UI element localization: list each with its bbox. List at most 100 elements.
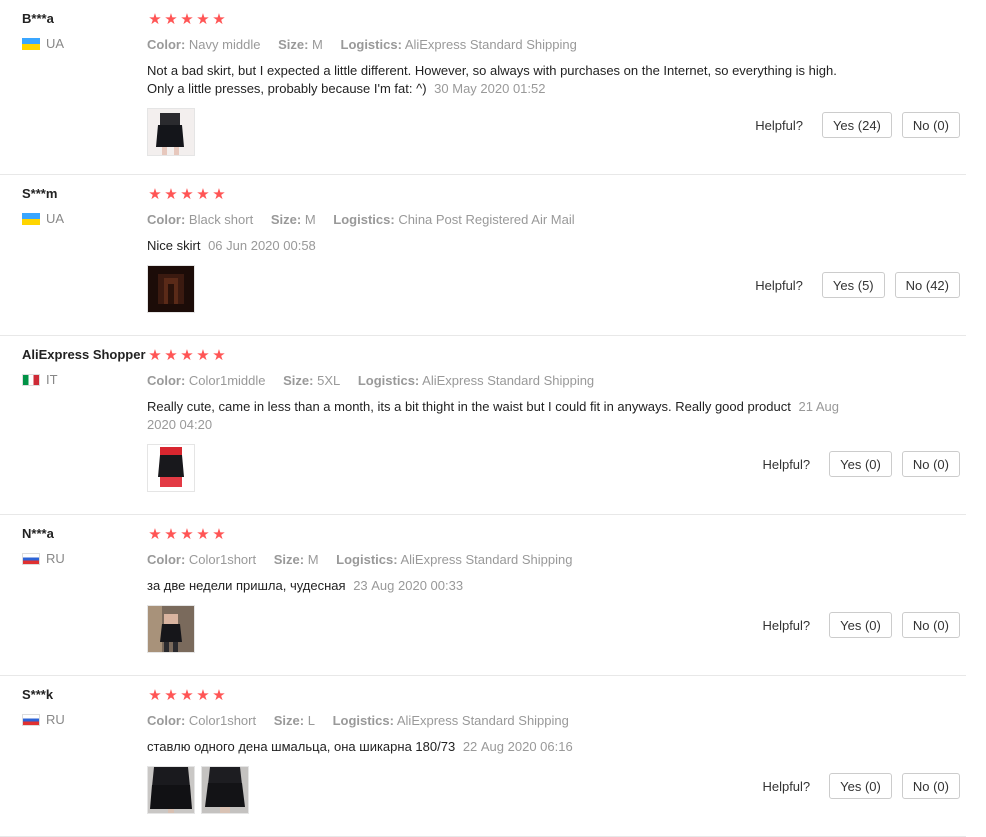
review-photos [147, 108, 847, 156]
review-list: B***a UA ★ ★ ★ ★ ★ Color: Navy middle Size: … [0, 0, 966, 837]
review-item: AliExpress Shopper IT ★ ★ ★ ★ ★ Color: Color… [0, 336, 966, 515]
size-label: Size: [273, 552, 305, 567]
helpful-section: Helpful? Yes (0) No (0) [762, 612, 960, 638]
helpful-label: Helpful? [762, 456, 811, 472]
star-icon: ★ [212, 687, 226, 704]
order-info: Color: Navy middle Size: M Logistics: Al… [147, 37, 847, 53]
review-content: ★ ★ ★ ★ ★ Color: Black short Size: M Logisti… [147, 186, 847, 313]
star-icon: ★ [148, 186, 162, 203]
review-photo[interactable] [147, 444, 195, 492]
star-icon: ★ [180, 11, 194, 28]
logistics-label: Logistics: [333, 212, 395, 227]
helpful-no-button[interactable]: No (0) [901, 112, 960, 138]
helpful-label: Helpful? [755, 277, 803, 293]
order-info: Color: Color1short Size: L Logistics: Al… [147, 713, 847, 729]
country-code: RU [46, 712, 65, 727]
review-item: N***a RU ★ ★ ★ ★ ★ Color: Color1short Size: … [0, 515, 966, 676]
logistics-value: AliExpress Standard Shipping [396, 713, 569, 728]
logistics-label: Logistics: [340, 37, 402, 52]
star-icon: ★ [212, 347, 226, 364]
helpful-yes-button[interactable]: Yes (0) [829, 451, 892, 477]
star-icon: ★ [148, 11, 162, 28]
star-rating: ★ ★ ★ ★ ★ [147, 347, 847, 365]
size-value: M [304, 212, 316, 227]
reviewer-info: B***a UA [22, 11, 147, 51]
star-icon: ★ [164, 11, 178, 28]
color-value: Navy middle [188, 37, 261, 52]
review-content: ★ ★ ★ ★ ★ Color: Navy middle Size: M Logisti… [147, 11, 847, 156]
reviewer-info: N***a RU [22, 526, 147, 566]
review-text: за две недели пришла, чудесная [147, 578, 346, 593]
review-content: ★ ★ ★ ★ ★ Color: Color1middle Size: 5XL Logi… [147, 347, 847, 492]
italy-flag-icon [22, 374, 40, 386]
star-icon: ★ [212, 186, 226, 203]
review-photo[interactable] [147, 605, 195, 653]
review-photos [147, 444, 847, 492]
review-photo[interactable] [147, 766, 195, 814]
country-code: IT [46, 372, 58, 387]
helpful-no-button[interactable]: No (0) [901, 773, 960, 799]
star-icon: ★ [148, 526, 162, 543]
color-label: Color: [147, 373, 186, 388]
review-date: 30 May 2020 01:52 [434, 81, 546, 96]
size-value: M [307, 552, 319, 567]
review-text: Nice skirt [147, 238, 201, 253]
helpful-no-button[interactable]: No (0) [901, 451, 960, 477]
size-label: Size: [270, 212, 302, 227]
country-code: UA [46, 36, 65, 51]
review-photos [147, 265, 847, 313]
review-photos [147, 766, 847, 814]
logistics-value: AliExpress Standard Shipping [404, 37, 577, 52]
review-text-block: Really cute, came in less than a month, … [147, 398, 847, 434]
helpful-yes-button[interactable]: Yes (24) [821, 112, 892, 138]
review-photo[interactable] [147, 108, 195, 156]
logistics-label: Logistics: [357, 373, 420, 388]
review-text: Really cute, came in less than a month, … [147, 399, 791, 414]
helpful-no-button[interactable]: No (42) [894, 272, 960, 298]
helpful-yes-button[interactable]: Yes (0) [829, 773, 892, 799]
reviewer-name: AliExpress Shopper [22, 347, 146, 362]
star-icon: ★ [180, 687, 194, 704]
logistics-value: China Post Registered Air Mail [398, 212, 575, 227]
reviewer-name: N***a [22, 526, 54, 541]
review-text-block: Not a bad skirt, but I expected a little… [147, 62, 847, 98]
color-value: Color1middle [188, 373, 266, 388]
star-icon: ★ [212, 11, 226, 28]
star-icon: ★ [180, 347, 194, 364]
helpful-yes-button[interactable]: Yes (5) [821, 272, 885, 298]
logistics-value: AliExpress Standard Shipping [400, 552, 573, 567]
review-item: S***m UA ★ ★ ★ ★ ★ Color: Black short Size: … [0, 175, 966, 336]
review-photo[interactable] [147, 265, 195, 313]
star-rating: ★ ★ ★ ★ ★ [147, 687, 847, 705]
helpful-no-button[interactable]: No (0) [901, 612, 960, 638]
photo-image [148, 266, 194, 312]
star-icon: ★ [196, 347, 210, 364]
helpful-yes-button[interactable]: Yes (0) [829, 612, 892, 638]
size-value: 5XL [317, 373, 341, 388]
star-icon: ★ [196, 11, 210, 28]
size-value: M [312, 37, 323, 52]
size-value: L [307, 713, 315, 728]
size-label: Size: [283, 373, 314, 388]
review-date: 23 Aug 2020 00:33 [353, 578, 464, 593]
star-icon: ★ [164, 687, 178, 704]
helpful-label: Helpful? [762, 617, 811, 633]
star-icon: ★ [164, 347, 178, 364]
ukraine-flag-icon [22, 38, 40, 50]
color-value: Black short [188, 212, 254, 227]
star-icon: ★ [148, 347, 162, 364]
logistics-value: AliExpress Standard Shipping [422, 373, 595, 388]
review-date: 22 Aug 2020 06:16 [462, 739, 573, 754]
helpful-label: Helpful? [762, 778, 811, 794]
russia-flag-icon [22, 553, 40, 565]
review-photo[interactable] [201, 766, 249, 814]
review-content: ★ ★ ★ ★ ★ Color: Color1short Size: M Logisti… [147, 526, 847, 653]
review-item: B***a UA ★ ★ ★ ★ ★ Color: Navy middle Size: … [0, 0, 966, 175]
reviewer-country: RU [22, 552, 147, 566]
review-date: 06 Jun 2020 00:58 [208, 238, 316, 253]
star-icon: ★ [196, 186, 210, 203]
order-info: Color: Black short Size: M Logistics: Ch… [147, 212, 847, 228]
review-text-block: ставлю одного дена шмальца, она шикарна … [147, 738, 847, 756]
review-photos [147, 605, 847, 653]
helpful-section: Helpful? Yes (0) No (0) [762, 773, 960, 799]
